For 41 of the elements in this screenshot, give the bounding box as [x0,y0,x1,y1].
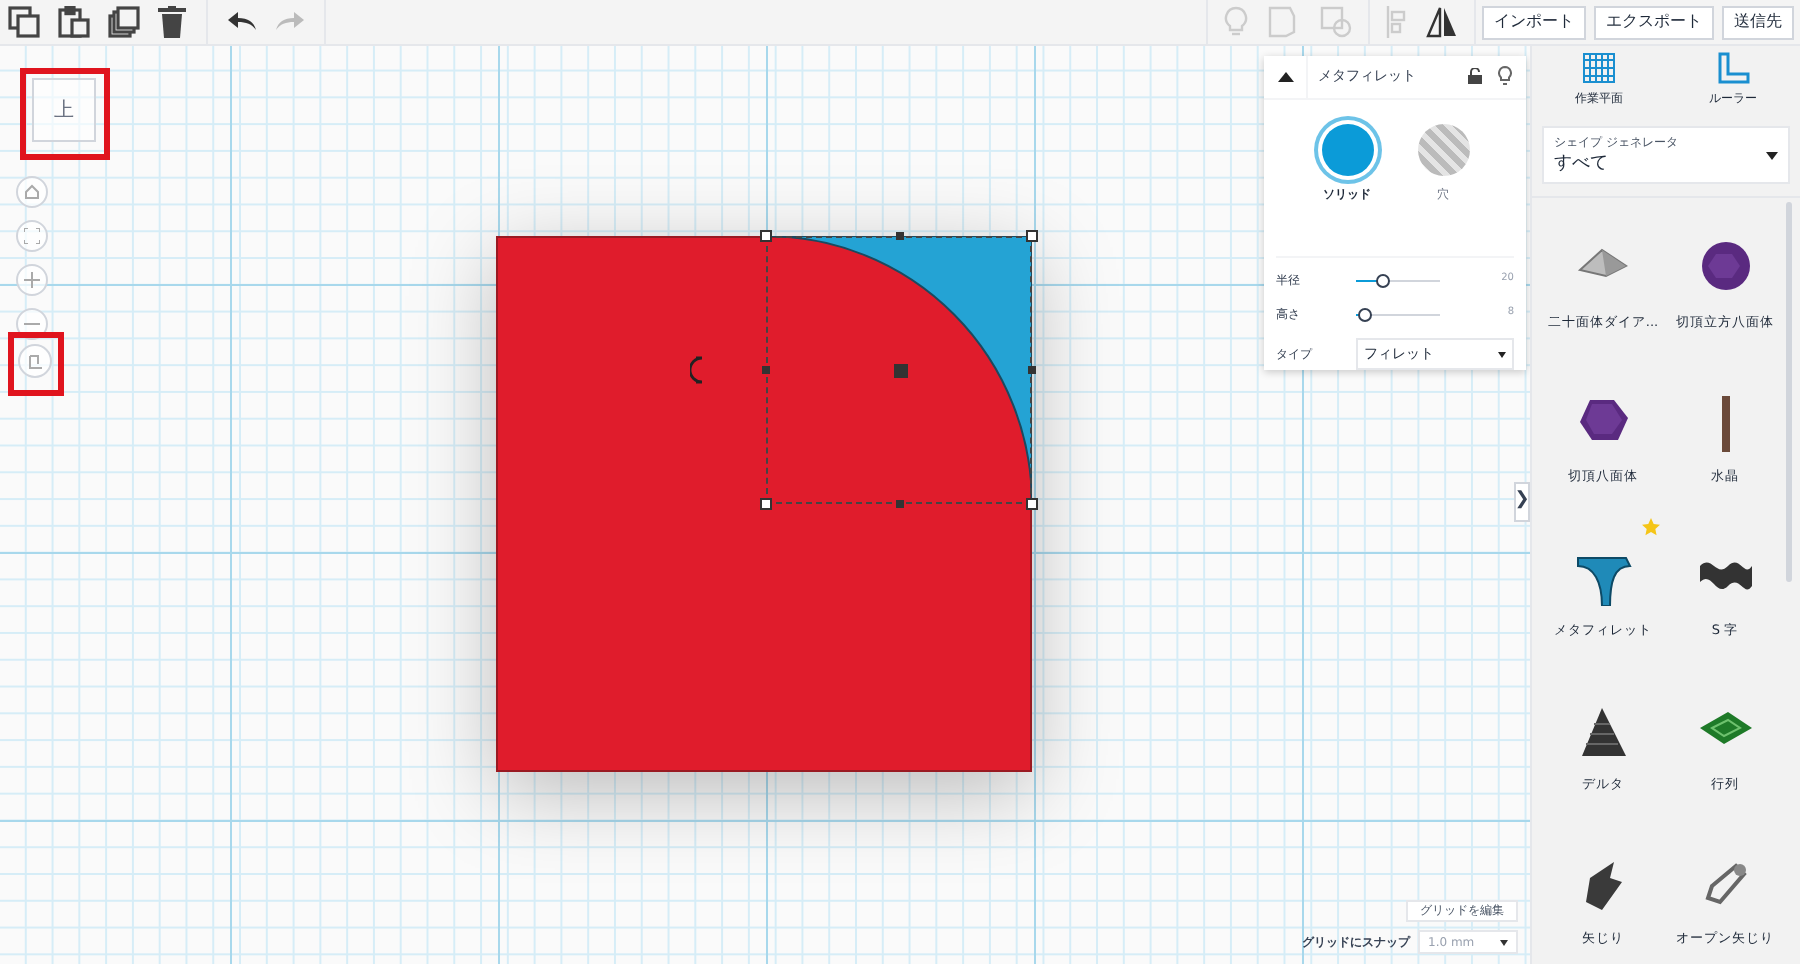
view-cube-highlight [20,68,110,160]
view-cube[interactable]: 上 [32,78,96,142]
caret-icon [1500,939,1508,945]
rotate-handle-icon[interactable] [690,356,706,384]
mirror-icon[interactable] [1426,6,1458,38]
unlock-icon[interactable] [1468,68,1482,85]
resize-handle[interactable] [760,498,772,510]
resize-handle[interactable] [896,500,904,508]
collapse-icon[interactable] [1277,71,1293,82]
minus-icon [24,322,40,326]
paste-icon[interactable] [58,6,90,38]
lightbulb-icon[interactable] [1498,66,1512,87]
undo-icon[interactable] [228,12,256,32]
ruler-icon [1717,52,1749,84]
resize-handle[interactable] [896,232,904,240]
copy-icon[interactable] [8,6,40,38]
toolbar-button[interactable]: 送信先 [1722,5,1794,39]
trash-icon[interactable] [158,6,186,38]
home-icon [24,184,40,200]
resize-handle[interactable] [1026,498,1038,510]
solid-button[interactable] [1321,123,1373,176]
resize-handle[interactable] [760,230,772,242]
plus-icon [24,272,40,288]
duplicate-icon[interactable] [108,6,140,38]
slider-thumb[interactable] [1375,273,1390,287]
toolbar-button[interactable]: エクスポート [1594,5,1714,39]
caret-icon [1766,151,1778,159]
resize-handle[interactable] [1026,230,1038,242]
resize-handle[interactable] [762,366,770,374]
slider-thumb[interactable] [1358,307,1373,321]
toolbar-button[interactable]: インポート [1482,5,1586,39]
resize-handle[interactable] [1028,366,1036,374]
scrollbar[interactable] [1786,202,1792,582]
fillet-shape[interactable] [766,236,1032,504]
fit-icon [24,228,40,244]
panel-toggle[interactable]: ❯ [1514,482,1530,522]
projection-highlight [8,332,64,396]
caret-icon [1498,351,1506,357]
grid-plane-icon [1582,52,1616,84]
cube-icon [27,353,43,369]
dropdown-value: すべて [1554,151,1610,175]
